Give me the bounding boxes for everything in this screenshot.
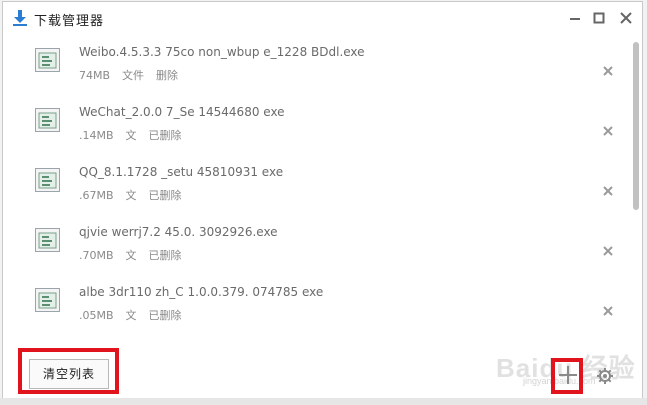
- file-type: 文: [125, 189, 137, 202]
- file-icon: [35, 228, 60, 252]
- gear-icon[interactable]: [597, 368, 613, 384]
- maximize-icon: [593, 12, 605, 24]
- remove-item-icon[interactable]: [601, 124, 615, 138]
- remove-item-icon[interactable]: [601, 64, 615, 78]
- minimize-button[interactable]: [563, 7, 587, 29]
- download-icon: [13, 10, 27, 26]
- highlight-box: [551, 358, 583, 394]
- remove-item-icon[interactable]: [601, 184, 615, 198]
- window-title: 下载管理器: [34, 14, 105, 29]
- file-size: .70MB: [79, 249, 114, 262]
- scrollbar[interactable]: [631, 40, 641, 340]
- remove-item-icon[interactable]: [601, 304, 615, 318]
- file-name[interactable]: qjvie werrj7.2 45.0. 3092926.exe: [79, 225, 278, 239]
- file-type: 文: [125, 249, 137, 262]
- clear-list-button[interactable]: 清空列表: [29, 359, 109, 389]
- file-size: .67MB: [79, 189, 114, 202]
- footer-bar: Baidu 经验 jingyan.baidu.com 清空列表: [3, 342, 642, 400]
- remove-item-icon[interactable]: [601, 244, 615, 258]
- file-status: 已删除: [148, 309, 182, 322]
- file-status: 已删除: [148, 129, 182, 142]
- file-icon: [35, 168, 60, 192]
- download-item[interactable]: qjvie werrj7.2 45.0. 3092926.exe .70MB 文已…: [3, 216, 628, 272]
- file-icon: [35, 48, 60, 72]
- file-size: 74MB: [79, 69, 111, 82]
- file-name[interactable]: WeChat_2.0.0 7_Se 14544680 exe: [79, 105, 285, 119]
- download-item[interactable]: QQ_8.1.1728 _setu 45810931 exe .67MB 文已删除: [3, 156, 628, 212]
- file-status: 已删除: [148, 189, 182, 202]
- download-list: Weibo.4.5.3.3 75co non_wbup e_1228 BDdl.…: [3, 36, 628, 332]
- file-size: .14MB: [79, 129, 114, 142]
- file-icon: [35, 108, 60, 132]
- close-icon: [620, 12, 632, 24]
- file-type: 文件: [122, 69, 145, 82]
- title-bar[interactable]: 下载管理器: [3, 2, 642, 34]
- download-item[interactable]: Weibo.4.5.3.3 75co non_wbup e_1228 BDdl.…: [3, 36, 628, 92]
- download-manager-window: 下载管理器 Weibo.4.5.3.3 75co non_wbup e_1228…: [2, 1, 643, 400]
- file-name[interactable]: Weibo.4.5.3.3 75co non_wbup e_1228 BDdl.…: [79, 45, 365, 59]
- minimize-icon: [570, 18, 580, 20]
- download-item[interactable]: WeChat_2.0.0 7_Se 14544680 exe .14MB 文已删除: [3, 96, 628, 152]
- background-page-strip: [0, 398, 647, 405]
- file-type: 文: [125, 129, 137, 142]
- download-item[interactable]: albe 3dr110 zh_C 1.0.0.379. 074785 exe .…: [3, 276, 628, 332]
- file-icon: [35, 288, 60, 312]
- file-meta: .67MB 文已删除: [79, 187, 194, 203]
- file-name[interactable]: albe 3dr110 zh_C 1.0.0.379. 074785 exe: [79, 285, 323, 299]
- file-meta: .05MB 文已删除: [79, 307, 194, 323]
- file-meta: .70MB 文已删除: [79, 247, 194, 263]
- close-button[interactable]: [614, 7, 638, 29]
- file-name[interactable]: QQ_8.1.1728 _setu 45810931 exe: [79, 165, 283, 179]
- file-size: .05MB: [79, 309, 114, 322]
- maximize-button[interactable]: [587, 7, 611, 29]
- file-meta: 74MB 文件 删除: [79, 67, 190, 83]
- file-meta: .14MB 文已删除: [79, 127, 194, 143]
- file-type: 文: [125, 309, 137, 322]
- file-status: 删除: [156, 69, 179, 82]
- scrollbar-thumb[interactable]: [633, 42, 639, 210]
- file-status: 已删除: [148, 249, 182, 262]
